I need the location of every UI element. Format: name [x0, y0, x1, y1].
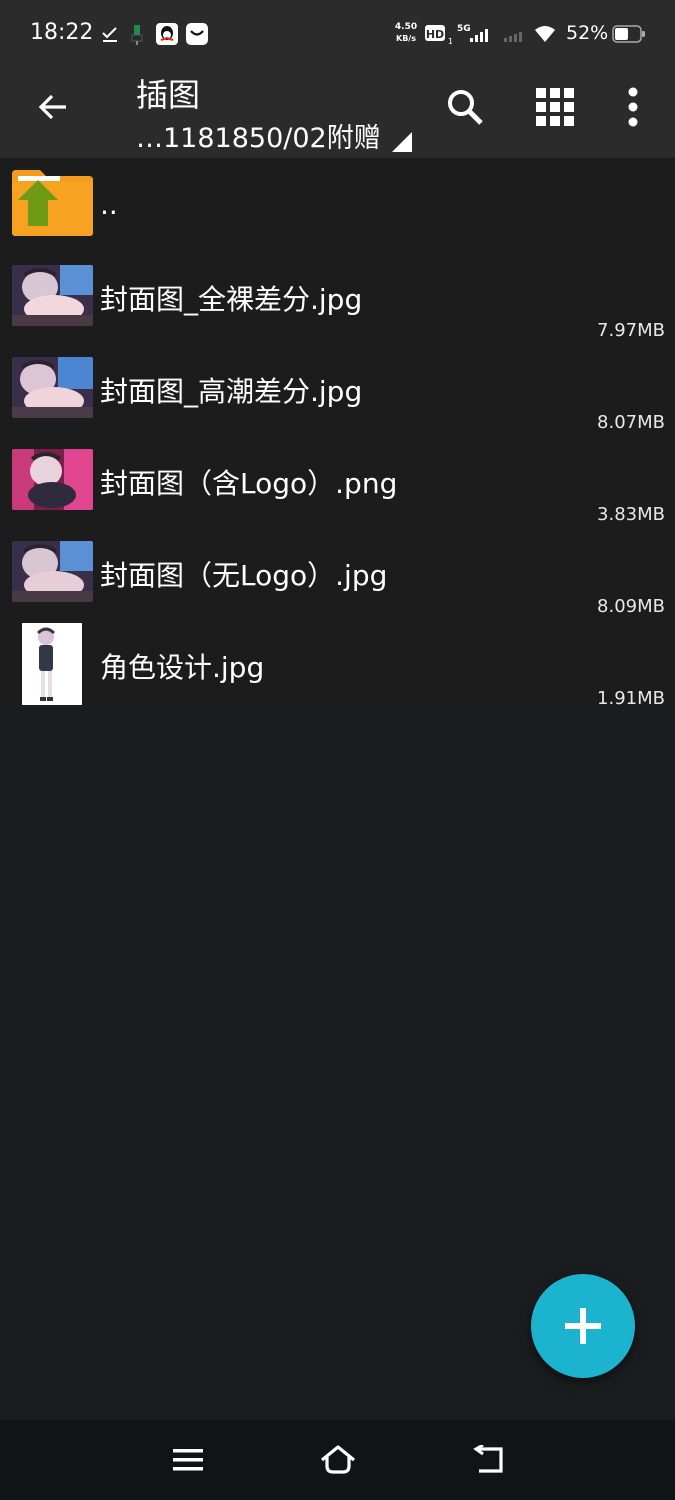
plus-icon — [565, 1308, 601, 1344]
grid-view-button[interactable] — [530, 82, 580, 132]
back-arrow-icon — [38, 94, 66, 120]
navigation-bar — [0, 1420, 675, 1500]
mail-icon — [186, 22, 208, 46]
svg-text:HD: HD — [426, 28, 444, 41]
image-thumbnail — [12, 265, 93, 326]
page-title: 插图 — [136, 76, 201, 114]
file-name: 封面图（含Logo）.png — [100, 467, 398, 500]
add-button[interactable] — [531, 1274, 635, 1378]
file-row[interactable]: 封面图（含Logo）.png 3.83MB — [0, 434, 675, 526]
image-thumbnail — [12, 357, 93, 418]
back-icon — [473, 1445, 503, 1473]
grid-view-icon — [536, 88, 574, 126]
file-size: 1.91MB — [597, 688, 665, 709]
qq-icon — [156, 22, 178, 46]
parent-folder-row[interactable]: .. — [0, 158, 675, 250]
parent-folder-icon — [12, 170, 93, 236]
battery-icon — [612, 22, 646, 46]
file-size: 7.97MB — [597, 320, 665, 341]
usb-icon — [130, 22, 144, 46]
nav-home-button[interactable] — [316, 1438, 360, 1482]
file-name: 角色设计.jpg — [100, 651, 265, 684]
image-thumbnail — [12, 541, 93, 602]
file-name: 封面图_全裸差分.jpg — [100, 283, 363, 316]
status-bar: 18:22 4.50 KB/s HD 1 5G 52% — [0, 0, 675, 68]
nav-menu-button[interactable] — [166, 1438, 210, 1482]
file-name: .. — [100, 188, 118, 221]
file-row[interactable]: 封面图_全裸差分.jpg 7.97MB — [0, 250, 675, 342]
file-row[interactable]: 角色设计.jpg 1.91MB — [0, 618, 675, 710]
file-size: 3.83MB — [597, 504, 665, 525]
signal-icon — [502, 22, 526, 46]
svg-text:5G: 5G — [457, 24, 471, 34]
file-name: 封面图（无Logo）.jpg — [100, 559, 388, 592]
search-button[interactable] — [440, 82, 490, 132]
image-thumbnail — [12, 449, 93, 510]
app-bar: 插图 …1181850/02附赠 — [0, 68, 675, 158]
wifi-icon — [533, 22, 557, 46]
status-time: 18:22 — [30, 20, 94, 45]
file-row[interactable]: 封面图（无Logo）.jpg 8.09MB — [0, 526, 675, 618]
file-row[interactable]: 封面图_高潮差分.jpg 8.07MB — [0, 342, 675, 434]
hd-icon: HD 1 — [424, 22, 452, 46]
menu-icon — [173, 1449, 203, 1471]
signal-5g-icon: 5G — [456, 22, 490, 46]
check-icon — [100, 22, 120, 46]
file-size: 8.09MB — [597, 596, 665, 617]
dropdown-triangle-icon[interactable] — [392, 132, 412, 152]
path-breadcrumb[interactable]: …1181850/02附赠 — [136, 116, 381, 155]
home-icon — [320, 1445, 356, 1474]
file-name: 封面图_高潮差分.jpg — [100, 375, 363, 408]
more-vert-icon — [628, 87, 638, 127]
file-size: 8.07MB — [597, 412, 665, 433]
svg-text:1: 1 — [448, 37, 452, 45]
battery-percent: 52% — [566, 22, 609, 44]
back-button[interactable] — [28, 82, 78, 132]
nav-back-button[interactable] — [466, 1438, 510, 1482]
net-speed-unit: KB/s — [396, 34, 416, 43]
file-list: .. 封面图_全裸差分.jpg 7.97MB 封面图_高潮差分.jpg 8.07… — [0, 158, 675, 710]
more-options-button[interactable] — [610, 82, 656, 132]
image-thumbnail — [22, 623, 82, 705]
search-icon — [448, 90, 483, 125]
net-speed-value: 4.50 — [394, 22, 418, 32]
net-speed: 4.50 KB/s — [393, 22, 419, 44]
